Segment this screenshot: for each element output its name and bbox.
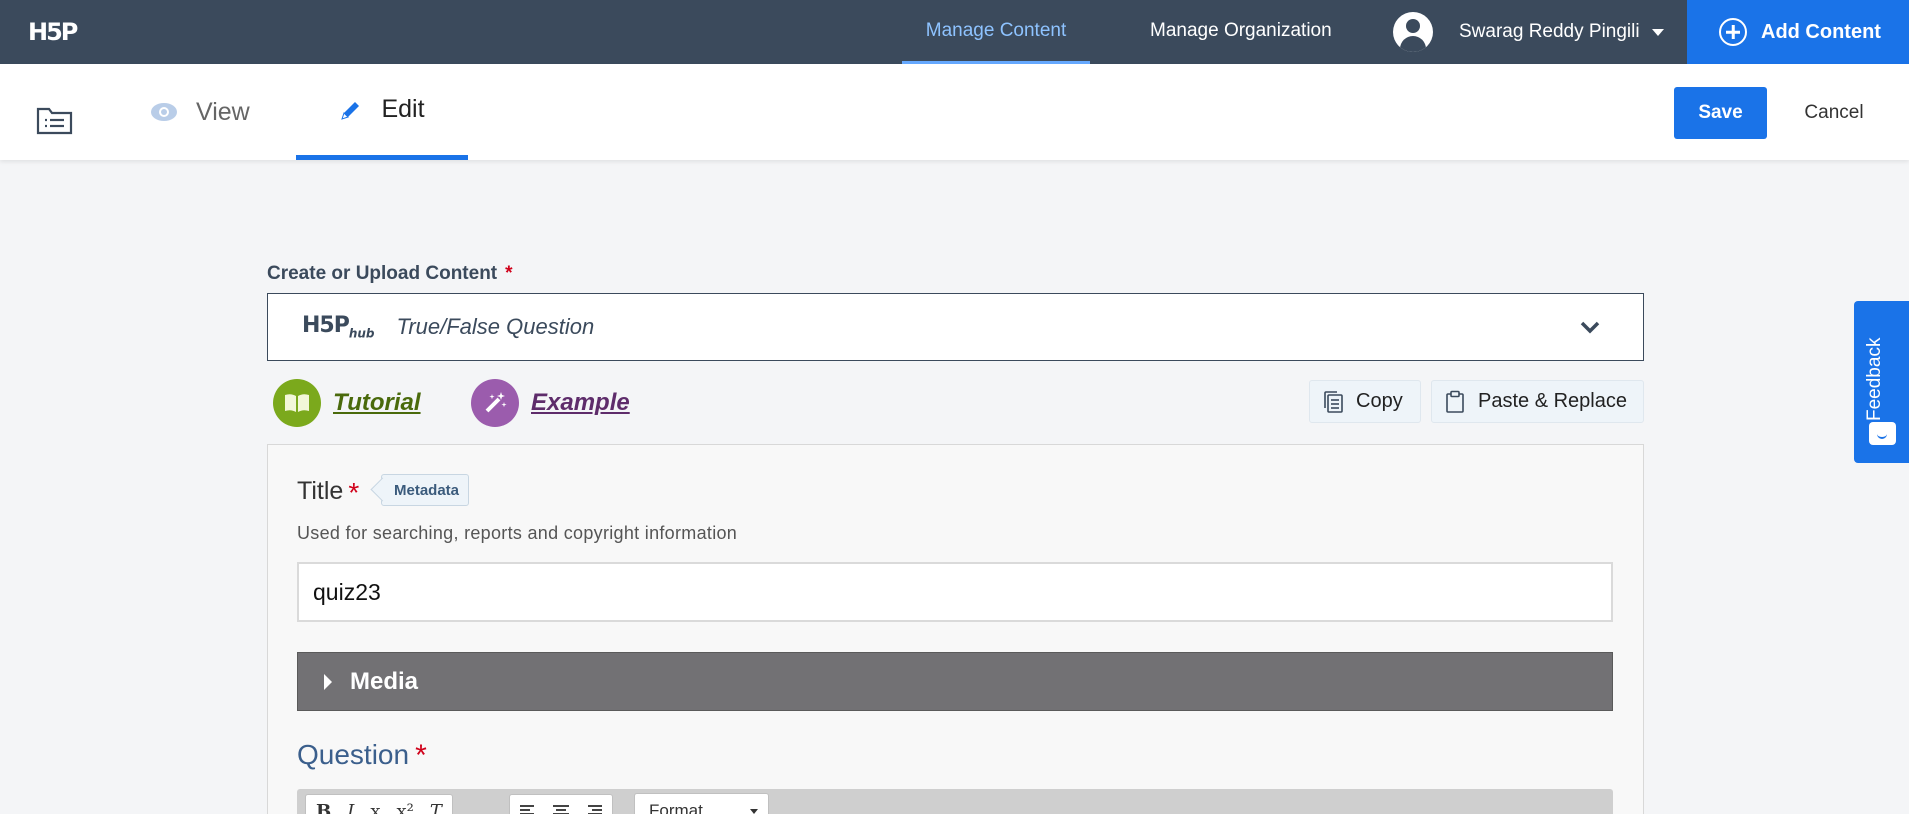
- tab-view[interactable]: View: [150, 64, 250, 160]
- metadata-button[interactable]: Metadata: [381, 474, 470, 506]
- add-content-label: Add Content: [1761, 20, 1881, 43]
- align-group: [509, 794, 613, 814]
- bold-button[interactable]: B: [316, 801, 331, 814]
- paste-replace-label: Paste & Replace: [1478, 390, 1627, 412]
- format-label: Format: [649, 800, 703, 814]
- add-content-button[interactable]: Add Content: [1687, 0, 1909, 64]
- feedback-tab[interactable]: Feedback: [1854, 301, 1909, 463]
- hub-logo-sub: hub: [348, 326, 375, 341]
- tab-edit-label: Edit: [381, 95, 425, 123]
- nav-manage-organization[interactable]: Manage Organization: [1150, 0, 1332, 64]
- plus-circle-icon: [1719, 18, 1747, 46]
- feedback-label: Feedback: [1864, 337, 1885, 421]
- rich-text-toolbar: B I x x² T: [297, 789, 1613, 814]
- align-left-icon[interactable]: [520, 804, 538, 814]
- top-navbar: H5P Manage Content Manage Organization S…: [0, 0, 1909, 64]
- chevron-down-icon: [1651, 28, 1664, 36]
- media-group-toggle[interactable]: Media: [297, 652, 1613, 711]
- title-label-text: Title: [297, 477, 344, 505]
- user-menu[interactable]: Swarag Reddy Pingili: [1393, 12, 1664, 52]
- example-link[interactable]: Example: [471, 377, 630, 429]
- user-name: Swarag Reddy Pingili: [1459, 21, 1640, 42]
- question-label-text: Question: [297, 739, 410, 770]
- avatar: [1393, 12, 1433, 52]
- create-upload-label: Create or Upload Content *: [267, 263, 513, 285]
- text-style-group: B I x x² T: [305, 794, 453, 814]
- paste-replace-button[interactable]: Paste & Replace: [1431, 380, 1644, 423]
- align-right-icon[interactable]: [584, 804, 602, 814]
- save-button[interactable]: Save: [1674, 87, 1767, 139]
- italic-button[interactable]: I: [347, 801, 354, 814]
- h5p-logo[interactable]: H5P: [28, 18, 82, 46]
- editor-form-panel: [267, 444, 1644, 814]
- example-label: Example: [531, 389, 630, 416]
- required-mark: *: [348, 477, 360, 508]
- pencil-icon: [341, 101, 360, 120]
- tab-view-label: View: [196, 97, 250, 126]
- hub-logo-text: H5P: [302, 313, 350, 339]
- chevron-down-icon: [1580, 321, 1600, 334]
- superscript-button[interactable]: x²: [397, 801, 414, 814]
- section-label-text: Create or Upload Content: [267, 263, 498, 284]
- clear-format-button[interactable]: T: [430, 801, 442, 814]
- content-toolbar: View Edit: [0, 64, 1909, 160]
- clipboard-icon: [1446, 390, 1464, 413]
- nav-manage-content[interactable]: Manage Content: [902, 0, 1090, 64]
- title-field-label: Title *: [297, 477, 359, 509]
- caret-right-icon: [324, 673, 332, 690]
- h5p-hub-logo: H5Phub: [302, 313, 375, 340]
- content-type-title: True/False Question: [396, 314, 595, 339]
- tutorial-label: Tutorial: [333, 389, 421, 416]
- folder-list-icon[interactable]: [36, 104, 73, 135]
- format-dropdown[interactable]: Format: [634, 793, 769, 814]
- book-icon: [273, 379, 321, 427]
- title-description: Used for searching, reports and copyrigh…: [297, 523, 738, 543]
- question-field-label: Question *: [297, 739, 427, 773]
- chevron-down-icon: [750, 809, 758, 814]
- copy-button[interactable]: Copy: [1309, 380, 1421, 423]
- copy-icon: [1324, 390, 1343, 413]
- media-label: Media: [350, 667, 419, 695]
- tutorial-link[interactable]: Tutorial: [273, 377, 421, 429]
- chat-smile-icon: [1869, 422, 1896, 445]
- content-type-selector[interactable]: H5Phub True/False Question: [267, 293, 1644, 361]
- tab-edit[interactable]: Edit: [296, 64, 468, 160]
- title-input[interactable]: quiz23: [297, 562, 1613, 622]
- cancel-button[interactable]: Cancel: [1789, 87, 1879, 139]
- align-center-icon[interactable]: [552, 804, 570, 814]
- magic-wand-icon: [471, 379, 519, 427]
- subscript-button[interactable]: x: [370, 801, 380, 814]
- eye-icon: [151, 103, 177, 121]
- required-mark: *: [505, 263, 513, 284]
- copy-label: Copy: [1356, 390, 1403, 412]
- required-mark: *: [415, 739, 427, 772]
